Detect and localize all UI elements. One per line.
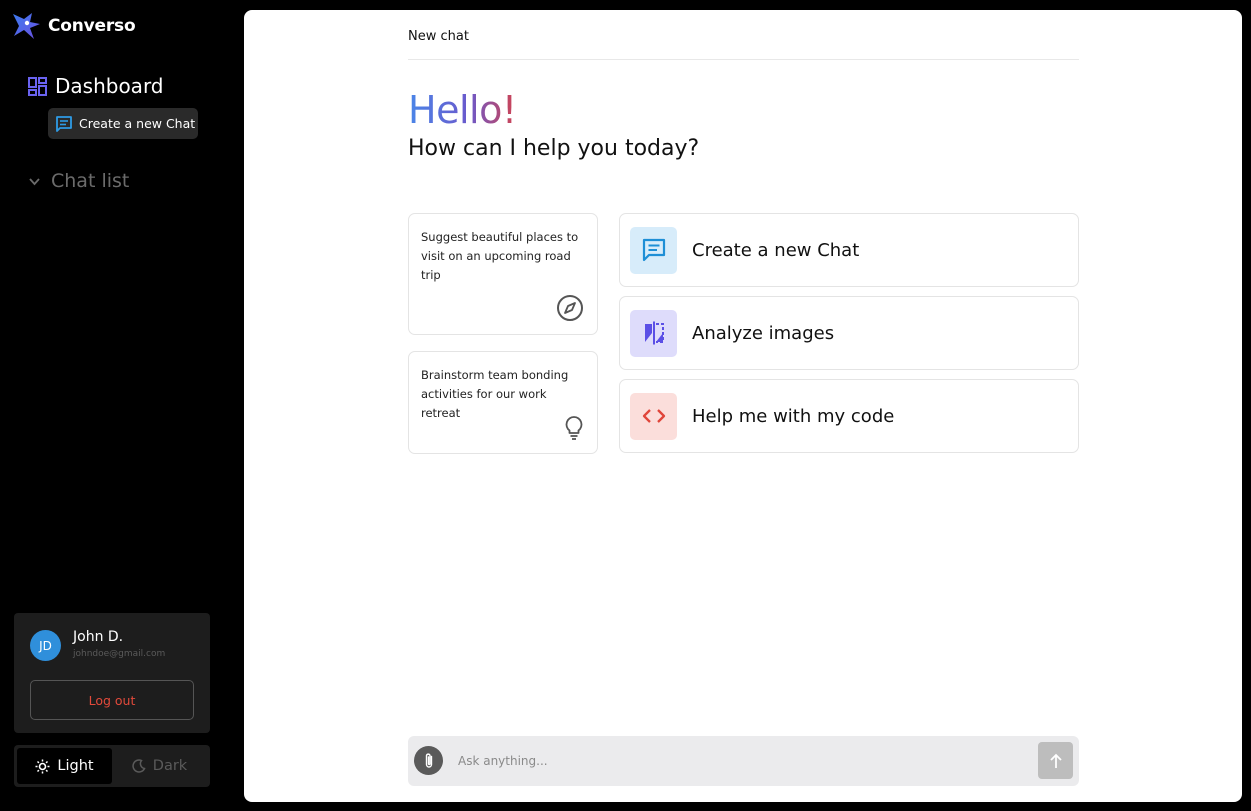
chat-icon	[630, 226, 677, 274]
new-chat-label: Create a new Chat	[79, 116, 196, 131]
action-create-new-chat[interactable]: Create a new Chat	[619, 213, 1079, 287]
arrow-up-icon	[1049, 753, 1062, 768]
chevron-down-icon	[29, 177, 40, 185]
sidebar-item-dashboard[interactable]: Dashboard	[28, 74, 164, 98]
suggestion-card-team-bonding[interactable]: Brainstorm team bonding activities for o…	[408, 351, 598, 454]
converso-logo-icon	[13, 13, 40, 39]
send-button[interactable]	[1038, 742, 1073, 779]
theme-light-label: Light	[57, 758, 94, 774]
code-icon	[630, 392, 677, 440]
greeting-heading: Hello!	[408, 88, 517, 132]
suggestion-card-road-trip[interactable]: Suggest beautiful places to visit on an …	[408, 213, 598, 335]
app-name: Converso	[48, 16, 136, 36]
logout-button[interactable]: Log out	[30, 680, 194, 720]
compass-icon	[557, 295, 583, 321]
theme-dark-option[interactable]: Dark	[112, 748, 207, 784]
app-logo[interactable]: Converso	[10, 10, 136, 42]
dashboard-label: Dashboard	[55, 74, 164, 98]
compare-icon	[630, 309, 677, 357]
paperclip-icon	[425, 752, 432, 768]
suggestion-text: Brainstorm team bonding activities for o…	[421, 368, 569, 420]
action-label: Help me with my code	[692, 405, 895, 427]
action-help-with-code[interactable]: Help me with my code	[619, 379, 1079, 453]
theme-toggle: Light Dark	[14, 745, 210, 787]
suggestion-text: Suggest beautiful places to visit on an …	[421, 230, 579, 282]
chat-input-bar	[408, 736, 1079, 786]
chat-input[interactable]	[458, 744, 1028, 778]
theme-dark-label: Dark	[152, 758, 188, 774]
dashboard-icon	[28, 76, 47, 96]
user-card: JD John D. johndoe@gmail.com Log out	[14, 613, 210, 733]
sun-icon	[35, 759, 50, 773]
attach-button[interactable]	[414, 746, 443, 775]
sidebar-new-chat-button[interactable]: Create a new Chat	[48, 108, 198, 139]
theme-light-option[interactable]: Light	[17, 748, 112, 784]
user-name: John D.	[73, 629, 124, 645]
lightbulb-icon	[565, 416, 583, 440]
chat-icon	[56, 115, 72, 132]
user-email: johndoe@gmail.com	[73, 649, 166, 659]
action-analyze-images[interactable]: Analyze images	[619, 296, 1079, 370]
page-title: New chat	[408, 29, 469, 44]
avatar: JD	[30, 630, 61, 661]
chat-list-label: Chat list	[51, 170, 130, 192]
action-label: Create a new Chat	[692, 239, 860, 261]
header-divider	[408, 59, 1079, 60]
moon-icon	[132, 759, 146, 773]
action-label: Analyze images	[692, 322, 835, 344]
main-panel: New chat Hello! How can I help you today…	[244, 10, 1242, 802]
sidebar-chat-list-toggle[interactable]: Chat list	[28, 170, 129, 192]
greeting-subtitle: How can I help you today?	[408, 136, 700, 161]
